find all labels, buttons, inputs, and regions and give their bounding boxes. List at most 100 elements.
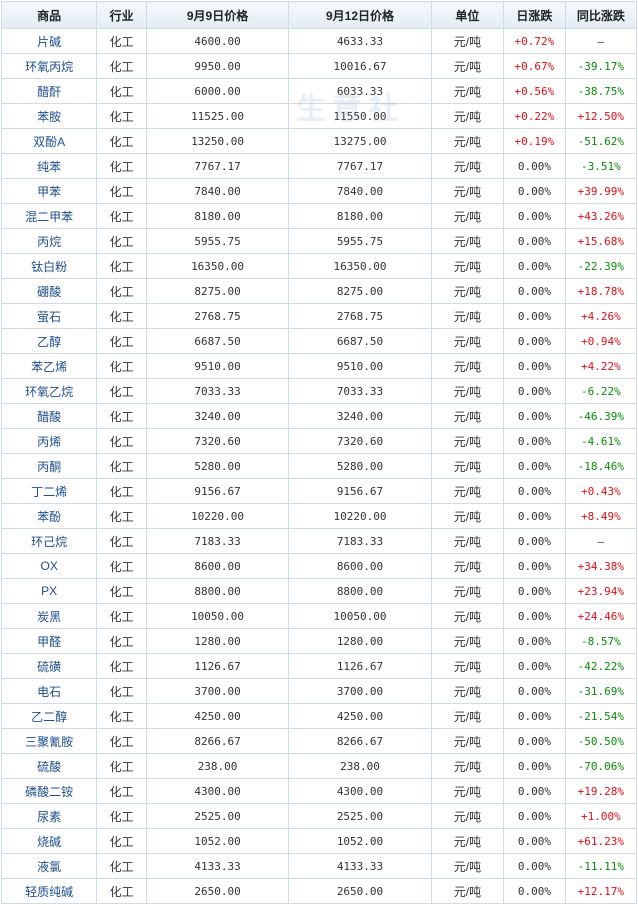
commodity-name-link[interactable]: 电石 bbox=[0, 678, 98, 704]
daily-change-cell: 0.00% bbox=[503, 528, 566, 554]
commodity-name-link[interactable]: 磷酸二铵 bbox=[0, 778, 98, 804]
yoy-change-cell: +15.68% bbox=[564, 228, 638, 254]
price-sep12-cell: 7767.17 bbox=[288, 153, 432, 179]
yoy-change-cell: +43.26% bbox=[564, 203, 638, 229]
table-row: 乙醇 化工 6687.50 6687.50 元/吨 0.00% +0.94% bbox=[0, 328, 638, 354]
header-yoy-change: 同比涨跌 bbox=[564, 1, 638, 29]
daily-change-cell: 0.00% bbox=[503, 378, 566, 404]
unit-cell: 元/吨 bbox=[430, 253, 505, 279]
table-row: 磷酸二铵 化工 4300.00 4300.00 元/吨 0.00% +19.28% bbox=[0, 778, 638, 804]
commodity-name-link[interactable]: 甲苯 bbox=[0, 178, 98, 204]
daily-change-cell: 0.00% bbox=[503, 603, 566, 629]
industry-cell: 化工 bbox=[96, 528, 147, 554]
price-sep9-cell: 5955.75 bbox=[145, 228, 290, 254]
price-sep12-cell: 4133.33 bbox=[288, 853, 432, 879]
commodity-price-table: 商品 行业 9月9日价格 9月12日价格 单位 日涨跌 同比涨跌 片碱 化工 460… bbox=[0, 1, 638, 904]
commodity-name-link[interactable]: 醋酐 bbox=[0, 78, 98, 104]
industry-cell: 化工 bbox=[96, 628, 147, 654]
table-row: 甲醛 化工 1280.00 1280.00 元/吨 0.00% -8.57% bbox=[0, 628, 638, 654]
commodity-name-link[interactable]: 烧碱 bbox=[0, 828, 98, 854]
commodity-name-link[interactable]: 丙烯 bbox=[0, 428, 98, 454]
price-sep12-cell: 1126.67 bbox=[288, 653, 432, 679]
table-row: 醋酸 化工 3240.00 3240.00 元/吨 0.00% -46.39% bbox=[0, 403, 638, 429]
commodity-name-link[interactable]: 液氯 bbox=[0, 853, 98, 879]
yoy-change-cell: -39.17% bbox=[564, 53, 638, 79]
header-commodity: 商品 bbox=[0, 1, 98, 29]
daily-change-cell: 0.00% bbox=[503, 178, 566, 204]
commodity-name-link[interactable]: 萤石 bbox=[0, 303, 98, 329]
price-sep9-cell: 7033.33 bbox=[145, 378, 290, 404]
table-row: 电石 化工 3700.00 3700.00 元/吨 0.00% -31.69% bbox=[0, 678, 638, 704]
table-row: 三聚氰胺 化工 8266.67 8266.67 元/吨 0.00% -50.50% bbox=[0, 728, 638, 754]
commodity-name-link[interactable]: 乙醇 bbox=[0, 328, 98, 354]
header-price-sep12: 9月12日价格 bbox=[288, 1, 432, 29]
commodity-name-link[interactable]: 乙二醇 bbox=[0, 703, 98, 729]
commodity-name-link[interactable]: 双酚A bbox=[0, 128, 98, 154]
daily-change-cell: 0.00% bbox=[503, 478, 566, 504]
daily-change-cell: +0.56% bbox=[503, 78, 566, 104]
price-sep9-cell: 3700.00 bbox=[145, 678, 290, 704]
daily-change-cell: 0.00% bbox=[503, 578, 566, 604]
commodity-name-link[interactable]: 苯胺 bbox=[0, 103, 98, 129]
commodity-name-link[interactable]: 三聚氰胺 bbox=[0, 728, 98, 754]
commodity-name-link[interactable]: OX bbox=[0, 553, 98, 579]
commodity-name-link[interactable]: 混二甲苯 bbox=[0, 203, 98, 229]
commodity-name-link[interactable]: PX bbox=[0, 578, 98, 604]
commodity-name-link[interactable]: 纯苯 bbox=[0, 153, 98, 179]
price-sep9-cell: 8275.00 bbox=[145, 278, 290, 304]
commodity-name-link[interactable]: 丙酮 bbox=[0, 453, 98, 479]
unit-cell: 元/吨 bbox=[430, 728, 505, 754]
table-row: 丙酮 化工 5280.00 5280.00 元/吨 0.00% -18.46% bbox=[0, 453, 638, 479]
commodity-name-link[interactable]: 片碱 bbox=[0, 28, 98, 54]
commodity-name-link[interactable]: 硼酸 bbox=[0, 278, 98, 304]
commodity-name-link[interactable]: 苯酚 bbox=[0, 503, 98, 529]
price-sep12-cell: 8180.00 bbox=[288, 203, 432, 229]
commodity-name-link[interactable]: 醋酸 bbox=[0, 403, 98, 429]
commodity-name-link[interactable]: 硫磺 bbox=[0, 653, 98, 679]
table-row: 丁二烯 化工 9156.67 9156.67 元/吨 0.00% +0.43% bbox=[0, 478, 638, 504]
industry-cell: 化工 bbox=[96, 228, 147, 254]
price-sep12-cell: 238.00 bbox=[288, 753, 432, 779]
yoy-change-cell: -50.50% bbox=[564, 728, 638, 754]
unit-cell: 元/吨 bbox=[430, 603, 505, 629]
commodity-name-link[interactable]: 硫酸 bbox=[0, 753, 98, 779]
commodity-name-link[interactable]: 苯乙烯 bbox=[0, 353, 98, 379]
unit-cell: 元/吨 bbox=[430, 853, 505, 879]
commodity-name-link[interactable]: 环氧乙烷 bbox=[0, 378, 98, 404]
commodity-name-link[interactable]: 丙烷 bbox=[0, 228, 98, 254]
industry-cell: 化工 bbox=[96, 503, 147, 529]
commodity-name-link[interactable]: 轻质纯碱 bbox=[0, 878, 98, 904]
price-sep12-cell: 7320.60 bbox=[288, 428, 432, 454]
commodity-name-link[interactable]: 环氧丙烷 bbox=[0, 53, 98, 79]
daily-change-cell: 0.00% bbox=[503, 228, 566, 254]
price-sep9-cell: 7320.60 bbox=[145, 428, 290, 454]
commodity-name-link[interactable]: 钛白粉 bbox=[0, 253, 98, 279]
daily-change-cell: 0.00% bbox=[503, 253, 566, 279]
commodity-name-link[interactable]: 甲醛 bbox=[0, 628, 98, 654]
yoy-change-cell: -31.69% bbox=[564, 678, 638, 704]
industry-cell: 化工 bbox=[96, 653, 147, 679]
yoy-change-cell: -4.61% bbox=[564, 428, 638, 454]
yoy-change-cell: -6.22% bbox=[564, 378, 638, 404]
unit-cell: 元/吨 bbox=[430, 453, 505, 479]
industry-cell: 化工 bbox=[96, 328, 147, 354]
commodity-name-link[interactable]: 环己烷 bbox=[0, 528, 98, 554]
price-sep9-cell: 16350.00 bbox=[145, 253, 290, 279]
yoy-change-cell: +0.94% bbox=[564, 328, 638, 354]
daily-change-cell: 0.00% bbox=[503, 403, 566, 429]
price-sep9-cell: 9156.67 bbox=[145, 478, 290, 504]
price-sep9-cell: 2650.00 bbox=[145, 878, 290, 904]
price-sep12-cell: 9156.67 bbox=[288, 478, 432, 504]
commodity-name-link[interactable]: 丁二烯 bbox=[0, 478, 98, 504]
commodity-name-link[interactable]: 尿素 bbox=[0, 803, 98, 829]
price-sep9-cell: 5280.00 bbox=[145, 453, 290, 479]
commodity-name-link[interactable]: 炭黑 bbox=[0, 603, 98, 629]
industry-cell: 化工 bbox=[96, 878, 147, 904]
industry-cell: 化工 bbox=[96, 828, 147, 854]
yoy-change-cell: +1.00% bbox=[564, 803, 638, 829]
industry-cell: 化工 bbox=[96, 53, 147, 79]
daily-change-cell: 0.00% bbox=[503, 503, 566, 529]
table-row: 苯胺 化工 11525.00 11550.00 元/吨 +0.22% +12.50% bbox=[0, 103, 638, 129]
unit-cell: 元/吨 bbox=[430, 378, 505, 404]
price-sep9-cell: 7840.00 bbox=[145, 178, 290, 204]
